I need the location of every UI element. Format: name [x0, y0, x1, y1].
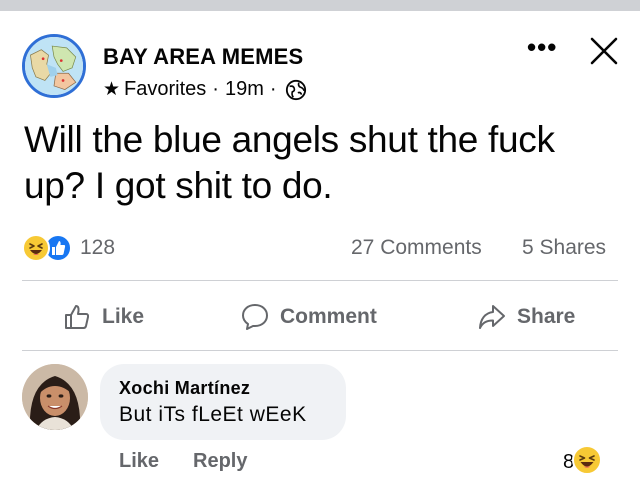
- comment-button[interactable]: Comment: [240, 300, 377, 334]
- haha-reaction-icon: [22, 234, 50, 262]
- close-icon[interactable]: [589, 36, 619, 66]
- post-text: Will the blue angels shut the fuck up? I…: [24, 119, 555, 206]
- avatar[interactable]: [22, 364, 88, 430]
- meta-separator: ·: [212, 78, 219, 100]
- comment-author[interactable]: Xochi Martínez: [119, 378, 250, 399]
- share-label: Share: [517, 305, 576, 328]
- reaction-summary[interactable]: 128: [22, 232, 115, 264]
- comment-reply-button[interactable]: Reply: [193, 450, 247, 473]
- divider: [22, 350, 618, 351]
- page-name[interactable]: BAY AREA MEMES: [103, 44, 303, 70]
- share-arrow-icon: [479, 305, 505, 329]
- like-button[interactable]: Like: [62, 300, 144, 334]
- commenter-photo: [22, 364, 88, 430]
- comments-count[interactable]: 27 Comments: [351, 236, 482, 260]
- share-button[interactable]: Share: [477, 300, 575, 334]
- thumbs-up-icon: [65, 305, 90, 329]
- like-label: Like: [102, 305, 145, 328]
- comment-label: Comment: [280, 305, 377, 328]
- comment-text: But iTs fLeEt wEeK: [119, 403, 307, 426]
- reaction-count: 128: [80, 236, 116, 259]
- meta-separator-2: ·: [269, 78, 277, 100]
- shares-count[interactable]: 5 Shares: [522, 236, 606, 260]
- bay-area-map-icon: [25, 37, 83, 95]
- audience-label[interactable]: Favorites: [124, 78, 206, 101]
- comment-bubble: Xochi Martínez But iTs fLeEt wEeK: [100, 364, 346, 440]
- post-meta: ★ Favorites · 19m ·: [103, 78, 307, 101]
- more-icon[interactable]: •••: [527, 34, 557, 60]
- top-strip: [0, 0, 640, 11]
- star-icon: ★: [103, 79, 121, 100]
- comment-bubble-icon: [242, 304, 268, 330]
- haha-reaction-icon[interactable]: [572, 445, 602, 475]
- comment-like-button[interactable]: Like: [119, 450, 159, 473]
- globe-icon: [285, 79, 306, 100]
- page-avatar[interactable]: [22, 34, 86, 98]
- divider: [22, 280, 618, 281]
- post-time[interactable]: 19m: [225, 78, 264, 101]
